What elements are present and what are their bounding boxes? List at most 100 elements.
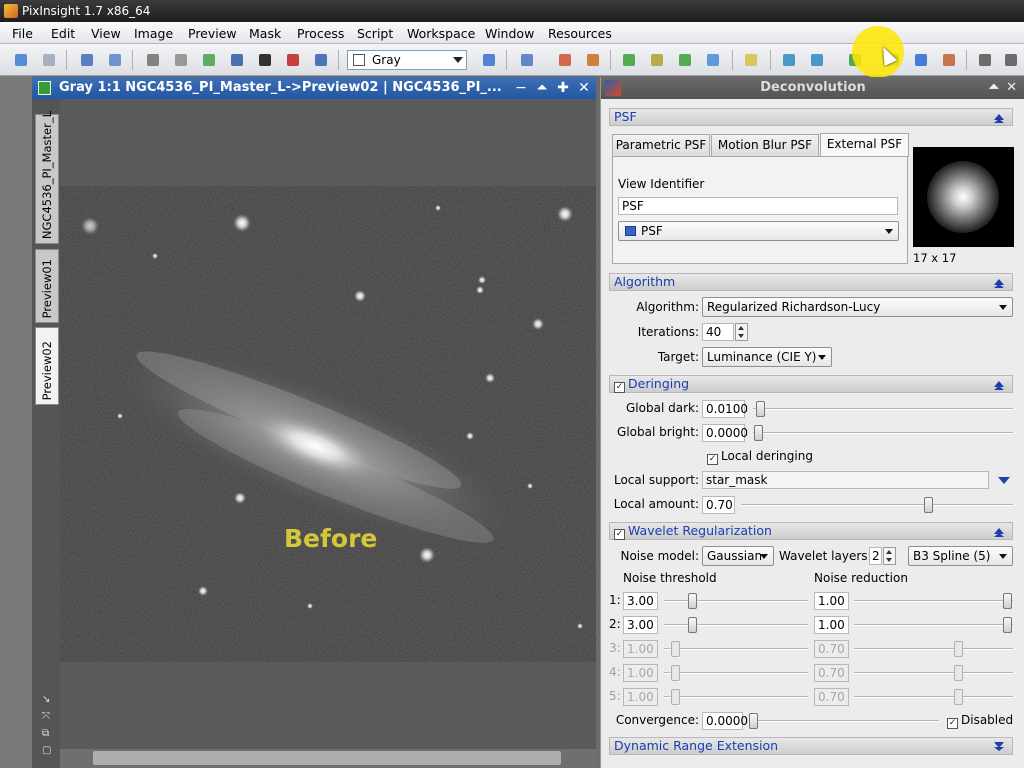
add-workspace-icon[interactable] [620,51,638,69]
scaling-function-select[interactable]: B3 Spline (5) [908,546,1013,566]
shade-icon[interactable]: ⏶ [989,77,999,99]
fit-view-icon[interactable]: ⤧ [42,711,54,723]
local-amount-field[interactable]: 0.70 [702,496,735,514]
global-bright-field[interactable]: 0.0000 [702,424,748,442]
iterations-spinner[interactable] [735,323,748,341]
mask-icon[interactable] [284,51,302,69]
redo-icon[interactable] [40,51,58,69]
settings-icon[interactable] [1002,51,1020,69]
tab-parametric-psf[interactable]: Parametric PSF [612,134,710,156]
tab-preview02[interactable]: Preview02 [35,327,59,405]
preferences-icon[interactable] [976,51,994,69]
convergence-slider[interactable] [749,712,939,730]
local-deringing-toggle[interactable]: ✓ Local deringing [707,449,813,465]
workspace-copy-icon[interactable] [676,51,694,69]
wavelet-layers-spinner[interactable] [883,547,896,565]
script-editor-icon[interactable] [742,51,760,69]
zoom-in-icon[interactable]: ↘ [42,694,54,706]
image-canvas[interactable]: Before [60,99,596,768]
rgb-channels-icon[interactable] [480,51,498,69]
stf-auto-icon[interactable] [256,51,274,69]
menu-preview[interactable]: Preview [188,26,237,41]
tab-preview01[interactable]: Preview01 [35,249,59,323]
layer-1-threshold-slider[interactable] [664,592,808,610]
view-identifier-field[interactable]: PSF [618,197,898,215]
global-dark-slider[interactable] [753,400,1013,418]
menu-view[interactable]: View [91,26,121,41]
view-selector[interactable]: PSF [618,221,899,241]
menu-window[interactable]: Window [485,26,534,41]
layer-3-label: 3: [609,641,621,655]
menu-edit[interactable]: Edit [51,26,75,41]
global-bright-slider[interactable] [753,424,1013,442]
maximize-button[interactable]: ✚ [555,77,571,99]
process-icon[interactable] [518,51,536,69]
workspace-icon[interactable] [648,51,666,69]
history-icon[interactable] [556,51,574,69]
convergence-disabled-toggle[interactable]: ✓ Disabled [947,713,1013,729]
workspace-tile-icon[interactable] [704,51,722,69]
info-icon[interactable]: ▢ [42,745,54,757]
convergence-field[interactable]: 0.0000 [702,712,748,730]
horizontal-scrollbar[interactable] [60,749,596,768]
menu-mask[interactable]: Mask [249,26,281,41]
global-dark-field[interactable]: 0.0100 [702,400,748,418]
copy-view-icon[interactable]: ⧉ [42,728,54,740]
tab-main-view[interactable]: NGC4536_PI_Master_L [35,111,59,244]
local-support-dropdown-icon[interactable] [998,477,1010,484]
deringing-section-header[interactable]: ✓ Deringing [609,375,1013,393]
scrollbar-thumb[interactable] [93,751,561,765]
color-space-selector[interactable]: Gray [347,50,467,70]
layer-1-reduction-field[interactable]: 1.00 [814,592,849,610]
layer-1-reduction-slider[interactable] [854,592,1013,610]
zoom-fit-icon[interactable] [144,51,162,69]
layer-2-threshold-field[interactable]: 3.00 [623,616,658,634]
menu-script[interactable]: Script [357,26,393,41]
layer-2-reduction-slider[interactable] [854,616,1013,634]
dynamic-range-section-header[interactable]: Dynamic Range Extension [609,737,1013,755]
psf-section-header[interactable]: PSF [609,108,1013,126]
new-preview-icon[interactable] [200,51,218,69]
cascade-icon[interactable] [808,51,826,69]
tab-motion-blur-psf[interactable]: Motion Blur PSF [711,134,819,156]
wavelet-checkbox[interactable]: ✓ [614,529,625,540]
image-window-titlebar[interactable]: Gray 1:1 NGC4536_PI_Master_L->Preview02 … [32,77,596,99]
iterations-field[interactable]: 40 [702,323,734,341]
tab-external-psf[interactable]: External PSF [820,133,909,157]
batch-icon[interactable] [940,51,958,69]
menu-process[interactable]: Process [297,26,344,41]
layer-1-threshold-field[interactable]: 3.00 [623,592,658,610]
layer-2-threshold-slider[interactable] [664,616,808,634]
global-dark-label: Global dark: [626,401,699,415]
arrange-icon[interactable] [780,51,798,69]
identifier-icon[interactable] [78,51,96,69]
algorithm-select[interactable]: Regularized Richardson-Lucy [702,297,1013,317]
minimize-button[interactable]: − [513,77,529,99]
local-support-label: Local support: [613,473,699,487]
readout-icon[interactable] [312,51,330,69]
menu-workspace[interactable]: Workspace [407,26,475,41]
local-support-field[interactable]: star_mask [702,471,989,489]
undo-icon[interactable] [12,51,30,69]
deconvolution-titlebar[interactable]: Deconvolution ⏶ ✕ [601,77,1024,99]
clone-image-icon[interactable] [106,51,124,69]
close-button[interactable]: ✕ [576,77,592,99]
shade-button[interactable]: ⏶ [534,77,550,99]
deringing-checkbox[interactable]: ✓ [614,382,625,393]
wavelet-layers-field[interactable]: 2 [869,547,882,565]
layer-3-threshold-field: 1.00 [623,640,658,658]
crop-icon[interactable] [912,51,930,69]
target-select[interactable]: Luminance (CIE Y) [702,347,832,367]
local-amount-slider[interactable] [741,496,1013,514]
layer-2-reduction-field[interactable]: 1.00 [814,616,849,634]
wavelet-section-header[interactable]: ✓ Wavelet Regularization [609,522,1013,540]
menu-image[interactable]: Image [134,26,173,41]
noise-model-select[interactable]: Gaussian [702,546,774,566]
menu-file[interactable]: File [12,26,33,41]
screen-transfer-icon[interactable] [228,51,246,69]
menu-resources[interactable]: Resources [548,26,612,41]
explorer-icon[interactable] [584,51,602,69]
close-icon[interactable]: ✕ [1006,77,1017,99]
algorithm-section-header[interactable]: Algorithm [609,273,1013,291]
zoom-1to1-icon[interactable] [172,51,190,69]
